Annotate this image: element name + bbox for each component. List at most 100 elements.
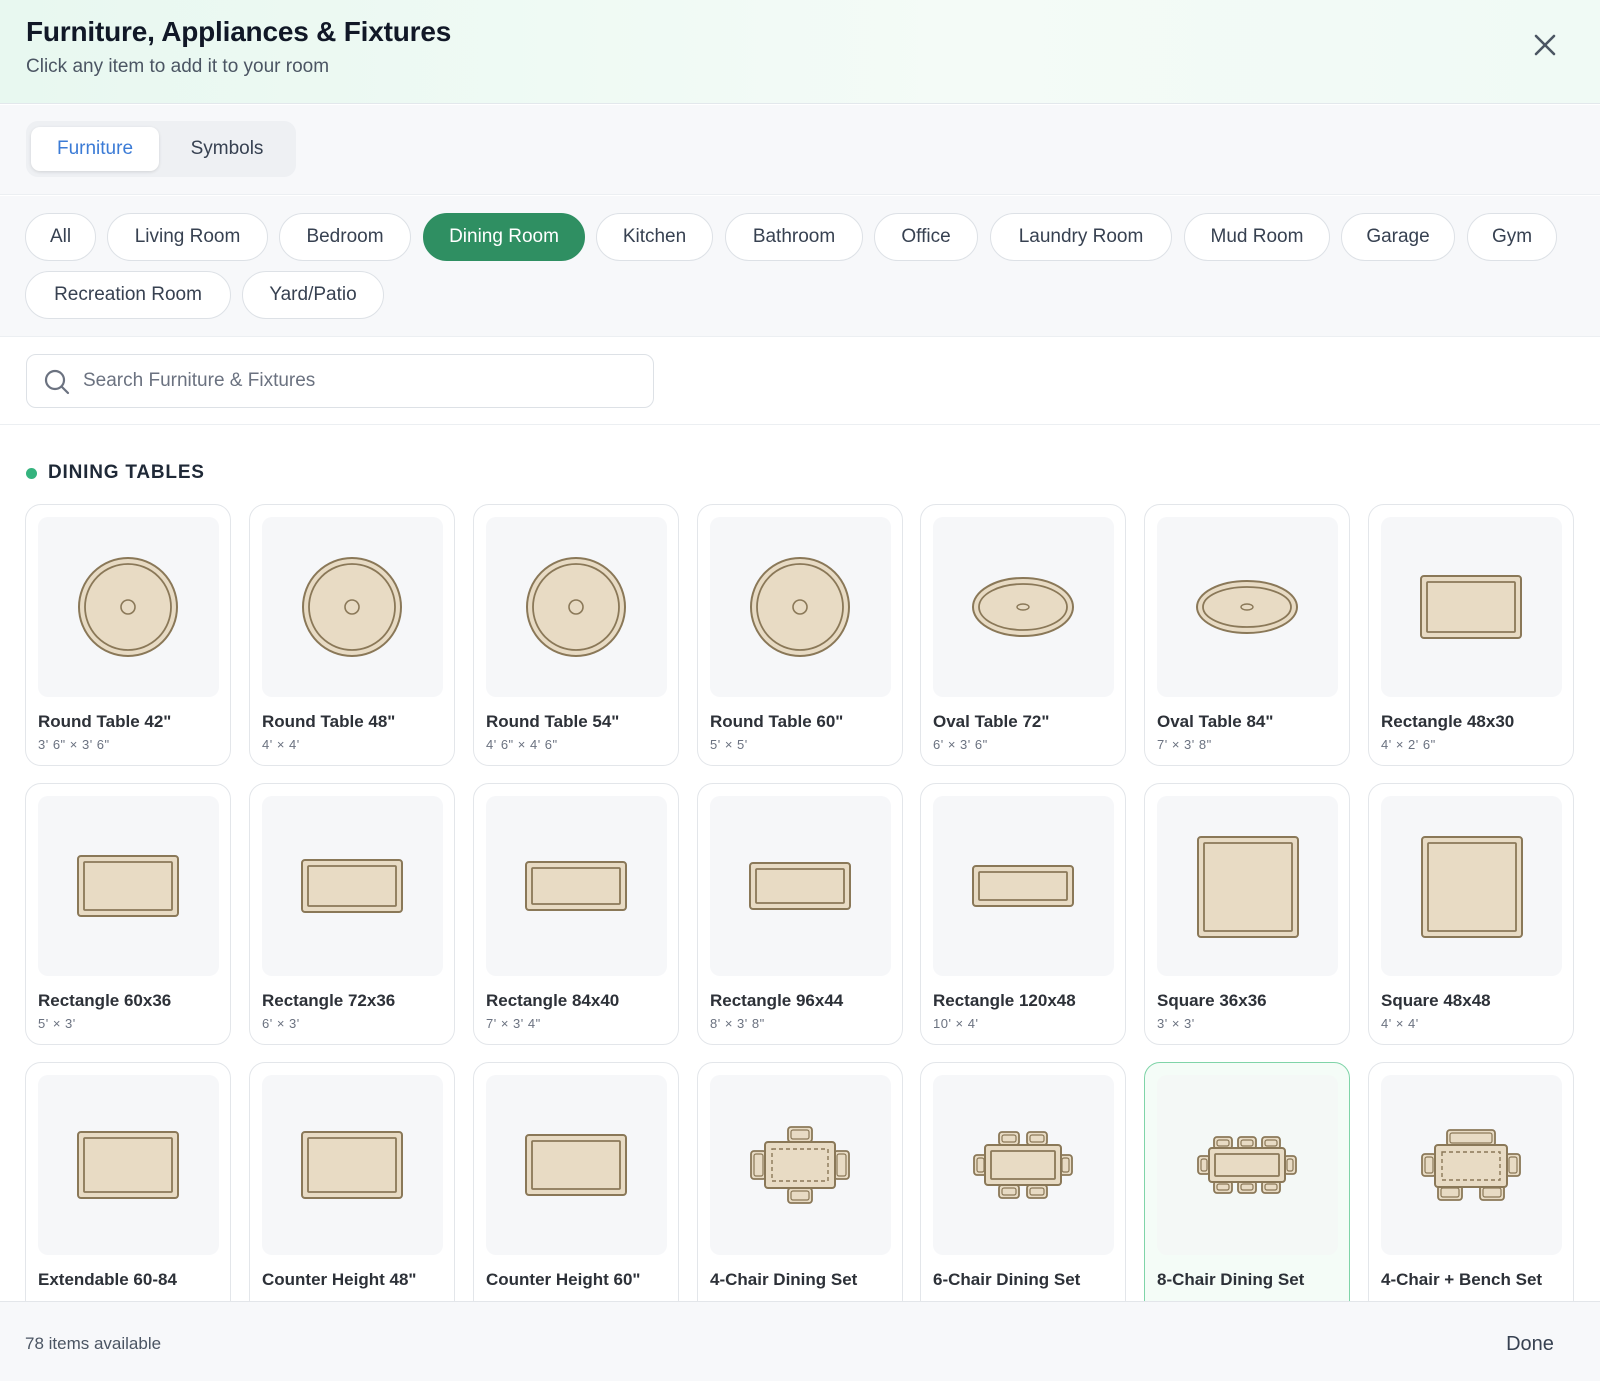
- item-card[interactable]: Counter Height 48": [249, 1062, 455, 1301]
- item-dimensions: 6' × 3': [262, 1016, 300, 1031]
- item-name: Round Table 42": [38, 712, 172, 731]
- item-dimensions: 4' × 2' 6": [1381, 737, 1436, 752]
- dialog-subtitle: Click any item to add it to your room: [26, 56, 330, 77]
- item-dimensions: 8' × 3' 8": [710, 1016, 765, 1031]
- tab-symbols[interactable]: Symbols: [163, 127, 291, 171]
- item-dimensions: 10' × 4': [933, 1016, 979, 1031]
- item-card[interactable]: Round Table 54" 4' 6" × 4' 6": [473, 504, 679, 766]
- item-name: Rectangle 96x44: [710, 991, 844, 1010]
- dialog-footer: 78 items available Done: [0, 1301, 1600, 1381]
- round-table-icon: [302, 557, 402, 657]
- category-chip-gym[interactable]: Gym: [1467, 213, 1557, 261]
- item-name: Rectangle 60x36: [38, 991, 172, 1010]
- item-thumbnail: [1157, 1075, 1338, 1255]
- item-thumbnail: [710, 517, 891, 697]
- item-dimensions: 4' × 4': [262, 737, 300, 752]
- item-thumbnail: [1157, 517, 1338, 697]
- item-card[interactable]: 8-Chair Dining Set: [1144, 1062, 1350, 1301]
- item-thumbnail: [1157, 796, 1338, 976]
- item-dimensions: 5' × 5': [710, 737, 748, 752]
- item-name: Round Table 60": [710, 712, 844, 731]
- category-chip-mud-room[interactable]: Mud Room: [1184, 213, 1330, 261]
- item-dimensions: 3' 6" × 3' 6": [38, 737, 110, 752]
- item-thumbnail: [486, 796, 667, 976]
- item-card[interactable]: Square 36x36 3' × 3': [1144, 783, 1350, 1045]
- dining-set-8-icon: [1197, 1136, 1297, 1194]
- item-name: Rectangle 120x48: [933, 991, 1076, 1010]
- item-dimensions: 7' × 3' 8": [1157, 737, 1212, 752]
- round-table-icon: [526, 557, 626, 657]
- dialog-title: Furniture, Appliances & Fixtures: [26, 16, 452, 47]
- item-name: Extendable 60-84: [38, 1270, 177, 1289]
- category-chip-bedroom[interactable]: Bedroom: [279, 213, 411, 261]
- item-name: 6-Chair Dining Set: [933, 1270, 1081, 1289]
- category-chip-bathroom[interactable]: Bathroom: [725, 213, 863, 261]
- search-input[interactable]: [83, 355, 643, 407]
- round-table-icon: [750, 557, 850, 657]
- item-thumbnail: [710, 796, 891, 976]
- item-card[interactable]: Extendable 60-84: [25, 1062, 231, 1301]
- tab-furniture[interactable]: Furniture: [31, 127, 159, 171]
- item-card[interactable]: 4-Chair + Bench Set: [1368, 1062, 1574, 1301]
- item-card[interactable]: Rectangle 48x30 4' × 2' 6": [1368, 504, 1574, 766]
- item-dimensions: 4' 6" × 4' 6": [486, 737, 558, 752]
- category-chip-yard-patio[interactable]: Yard/Patio: [242, 271, 384, 319]
- close-icon: [1534, 34, 1556, 56]
- item-name: 4-Chair Dining Set: [710, 1270, 858, 1289]
- item-card[interactable]: 6-Chair Dining Set: [920, 1062, 1126, 1301]
- item-card[interactable]: Rectangle 96x44 8' × 3' 8": [697, 783, 903, 1045]
- item-name: Rectangle 48x30: [1381, 712, 1515, 731]
- item-card[interactable]: Rectangle 120x48 10' × 4': [920, 783, 1126, 1045]
- category-chip-garage[interactable]: Garage: [1341, 213, 1455, 261]
- tab-switcher: Furniture Symbols: [26, 121, 296, 177]
- close-button[interactable]: [1530, 30, 1560, 60]
- search-box: [26, 354, 654, 408]
- dining-set-4-icon: [750, 1126, 850, 1204]
- item-thumbnail: [486, 517, 667, 697]
- item-thumbnail: [38, 1075, 219, 1255]
- item-card[interactable]: Counter Height 60": [473, 1062, 679, 1301]
- rectangle-table-icon: [525, 861, 627, 911]
- item-name: Square 36x36: [1157, 991, 1267, 1010]
- category-chip-living-room[interactable]: Living Room: [107, 213, 268, 261]
- item-thumbnail: [1381, 1075, 1562, 1255]
- dining-set-bench-icon: [1421, 1129, 1521, 1201]
- rectangle-table-icon: [972, 865, 1074, 907]
- category-chip-kitchen[interactable]: Kitchen: [596, 213, 713, 261]
- item-name: Rectangle 84x40: [486, 991, 620, 1010]
- category-chip-dining-room[interactable]: Dining Room: [423, 213, 585, 261]
- item-card[interactable]: Oval Table 84" 7' × 3' 8": [1144, 504, 1350, 766]
- item-card[interactable]: Round Table 48" 4' × 4': [249, 504, 455, 766]
- item-card[interactable]: Rectangle 72x36 6' × 3': [249, 783, 455, 1045]
- item-card[interactable]: Rectangle 84x40 7' × 3' 4": [473, 783, 679, 1045]
- section-title: DINING TABLES: [48, 462, 205, 483]
- round-table-icon: [78, 557, 178, 657]
- category-chip-recreation-room[interactable]: Recreation Room: [25, 271, 231, 319]
- items-panel[interactable]: DINING TABLES Round Table 42" 3' 6" × 3' …: [0, 426, 1600, 1301]
- item-card[interactable]: Rectangle 60x36 5' × 3': [25, 783, 231, 1045]
- extendable-table-icon: [77, 1131, 179, 1199]
- item-name: 4-Chair + Bench Set: [1381, 1270, 1543, 1289]
- dialog-header: Furniture, Appliances & Fixtures Click a…: [0, 0, 1600, 104]
- done-button[interactable]: Done: [1486, 1324, 1574, 1364]
- item-thumbnail: [262, 517, 443, 697]
- item-card[interactable]: 4-Chair Dining Set: [697, 1062, 903, 1301]
- category-chip-all[interactable]: All: [25, 213, 96, 261]
- item-card[interactable]: Square 48x48 4' × 4': [1368, 783, 1574, 1045]
- item-card[interactable]: Oval Table 72" 6' × 3' 6": [920, 504, 1126, 766]
- item-thumbnail: [38, 796, 219, 976]
- item-card[interactable]: Round Table 60" 5' × 5': [697, 504, 903, 766]
- item-thumbnail: [933, 517, 1114, 697]
- item-dimensions: 4' × 4': [1381, 1016, 1419, 1031]
- category-chip-office[interactable]: Office: [874, 213, 978, 261]
- item-card[interactable]: Round Table 42" 3' 6" × 3' 6": [25, 504, 231, 766]
- item-name: Oval Table 84": [1157, 712, 1274, 731]
- item-thumbnail: [262, 796, 443, 976]
- item-dimensions: 3' × 3': [1157, 1016, 1195, 1031]
- category-chip-laundry-room[interactable]: Laundry Room: [990, 213, 1172, 261]
- tabs-bar: Furniture Symbols: [0, 105, 1600, 195]
- item-thumbnail: [486, 1075, 667, 1255]
- item-thumbnail: [933, 796, 1114, 976]
- item-name: Counter Height 60": [486, 1270, 641, 1289]
- search-icon: [44, 369, 70, 395]
